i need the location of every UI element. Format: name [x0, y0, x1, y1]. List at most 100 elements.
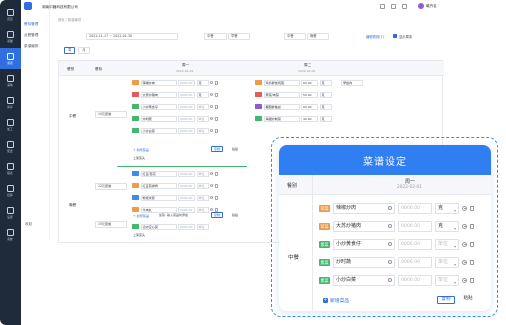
dish-field[interactable]: 鸡扒鲜饭炖蛋: [263, 79, 300, 86]
dish-field[interactable]: 红豆煎排骨: [140, 182, 177, 189]
panel-unit-select[interactable]: 单位 ▾: [435, 274, 459, 286]
qty-field[interactable]: 60.00: [301, 79, 318, 86]
remove-icon[interactable]: [210, 172, 213, 175]
nav-item-10[interactable]: 系统: [0, 224, 21, 245]
date-range-picker[interactable]: 2021-11-17 ~ 2022-01-30: [86, 33, 178, 40]
dish-field[interactable]: 辣椒炒肉: [140, 79, 177, 86]
qty-field[interactable]: 50.00: [301, 91, 318, 98]
user-menu[interactable]: 曦卉名: [418, 3, 437, 9]
qty-field[interactable]: 0000.00: [178, 115, 195, 122]
dish-field[interactable]: 黄菜/肉菜: [263, 91, 300, 98]
edit-rules-link[interactable]: 编辑规则(7): [366, 34, 384, 39]
trash-icon[interactable]: [214, 171, 218, 176]
publish-label-1[interactable]: 上架菜头: [133, 156, 145, 160]
dish-field[interactable]: 牛肉丸: [140, 206, 177, 213]
dish-field[interactable]: 海报炒制菜: [263, 115, 300, 122]
panel-dish-field[interactable]: 辣椒炒肉: [333, 202, 395, 214]
segment-15[interactable]: 15元套餐: [95, 221, 127, 228]
trash-icon[interactable]: [470, 241, 474, 247]
add-dish-link-1[interactable]: + 新增菜品: [133, 147, 149, 152]
qty-field[interactable]: 0000.00: [178, 170, 195, 177]
nav-item-3[interactable]: 采购: [0, 70, 21, 91]
trash-icon[interactable]: [214, 195, 218, 200]
panel-add-dish[interactable]: + 新增菜品: [323, 297, 349, 304]
tab-week[interactable]: 周: [64, 47, 76, 54]
remove-icon[interactable]: [210, 93, 213, 96]
unit-select[interactable]: 单位: [196, 206, 209, 213]
qty-field[interactable]: 0000.00: [178, 206, 195, 213]
trash-icon[interactable]: [470, 205, 474, 211]
panel-unit-select[interactable]: 单位 ▾: [435, 238, 459, 250]
trash-icon[interactable]: [214, 80, 218, 85]
remove-icon[interactable]: [210, 184, 213, 187]
message-icon[interactable]: [402, 4, 407, 9]
unit-select[interactable]: 单位: [196, 223, 209, 230]
panel-qty-field[interactable]: 0000.00: [398, 238, 432, 250]
qty-field[interactable]: 0000.00: [178, 79, 195, 86]
unit-select[interactable]: 克: [196, 79, 209, 86]
remove-icon[interactable]: [210, 81, 213, 84]
segment-12[interactable]: 12元套餐: [95, 183, 127, 190]
qty-field[interactable]: 0000.00: [178, 91, 195, 98]
trash-icon[interactable]: [214, 104, 218, 109]
subnav-item-menu-plan[interactable]: 菜谱编排: [24, 44, 38, 49]
panel-qty-field[interactable]: 0000.00: [398, 220, 432, 232]
nav-item-4[interactable]: 库存: [0, 92, 21, 113]
bell-icon[interactable]: [391, 4, 396, 9]
trash-icon[interactable]: [214, 116, 218, 121]
remove-icon[interactable]: [462, 205, 467, 211]
nav-item-0[interactable]: 首页: [0, 4, 21, 25]
paste-button-1[interactable]: 粘贴: [232, 147, 238, 151]
meal-select-2[interactable]: 早餐: [228, 33, 250, 40]
qty-field[interactable]: 0000.00: [178, 103, 195, 110]
meal-select-3[interactable]: 中餐: [284, 33, 306, 40]
panel-qty-field[interactable]: 0000.00: [398, 256, 432, 268]
panel-unit-select[interactable]: 单位 ▾: [435, 256, 459, 268]
panel-dish-field[interactable]: 大苏炒猪肉: [333, 220, 395, 232]
unit-select[interactable]: 单位: [196, 115, 209, 122]
nav-item-1[interactable]: 基础: [0, 26, 21, 47]
subnav-item-order[interactable]: 点餐管理: [24, 33, 38, 38]
remove-icon[interactable]: [462, 241, 467, 247]
unit-select[interactable]: 克: [319, 103, 332, 110]
panel-dish-field[interactable]: 炒时蔬: [333, 256, 395, 268]
qty-field[interactable]: 60.00: [301, 103, 318, 110]
panel-qty-field[interactable]: 0000.00: [398, 274, 432, 286]
panel-unit-select[interactable]: 克 ▾: [435, 202, 459, 214]
nav-item-9[interactable]: 设置: [0, 202, 21, 223]
dish-field[interactable]: 粉烧米腐: [140, 194, 177, 201]
panel-paste-button[interactable]: 粘贴: [459, 296, 477, 304]
dish-field[interactable]: 小炒白菜: [140, 127, 177, 134]
unit-select[interactable]: 单位: [196, 103, 209, 110]
dish-field[interactable]: 炒时蔬: [140, 115, 177, 122]
dish-field[interactable]: 红豆/葱花: [140, 170, 177, 177]
dish-field[interactable]: 小炒黄食仔: [140, 103, 177, 110]
copy-button-1[interactable]: 复制: [211, 146, 224, 152]
search-icon[interactable]: [380, 4, 385, 9]
qty-field[interactable]: 0000.00: [178, 223, 195, 230]
unit-select[interactable]: 单位: [196, 194, 209, 201]
nav-item-6[interactable]: 配送: [0, 136, 21, 157]
collapse-button[interactable]: 收起: [25, 222, 32, 227]
panel-copy-button[interactable]: 复制: [437, 296, 455, 304]
trash-icon[interactable]: [214, 92, 218, 97]
panel-unit-select[interactable]: 克 ▾: [435, 220, 459, 232]
segment-10[interactable]: 10元套餐: [95, 111, 127, 118]
remove-icon[interactable]: [210, 196, 213, 199]
dish-field[interactable]: 糖醋鲜鱼丝: [263, 103, 300, 110]
remove-icon[interactable]: [462, 277, 467, 283]
qty-field[interactable]: 0000.00: [178, 182, 195, 189]
tab-month[interactable]: 月: [78, 47, 90, 54]
subnav-item-meal-standard[interactable]: 餐标管理: [24, 22, 38, 27]
add-dish-link-2[interactable]: + 新增菜品: [133, 213, 149, 218]
nav-item-7[interactable]: 报表: [0, 158, 21, 179]
trash-icon[interactable]: [214, 128, 218, 133]
remove-icon[interactable]: [210, 117, 213, 120]
copy-button-2[interactable]: 复制: [211, 212, 224, 218]
qty-field[interactable]: 0000.00: [178, 194, 195, 201]
unit-select[interactable]: 克: [319, 115, 332, 122]
extra-dish-field[interactable]: 早饭内: [341, 79, 363, 86]
nav-item-2[interactable]: 菜谱: [0, 48, 21, 69]
remove-icon[interactable]: [210, 129, 213, 132]
trash-icon[interactable]: [470, 259, 474, 265]
